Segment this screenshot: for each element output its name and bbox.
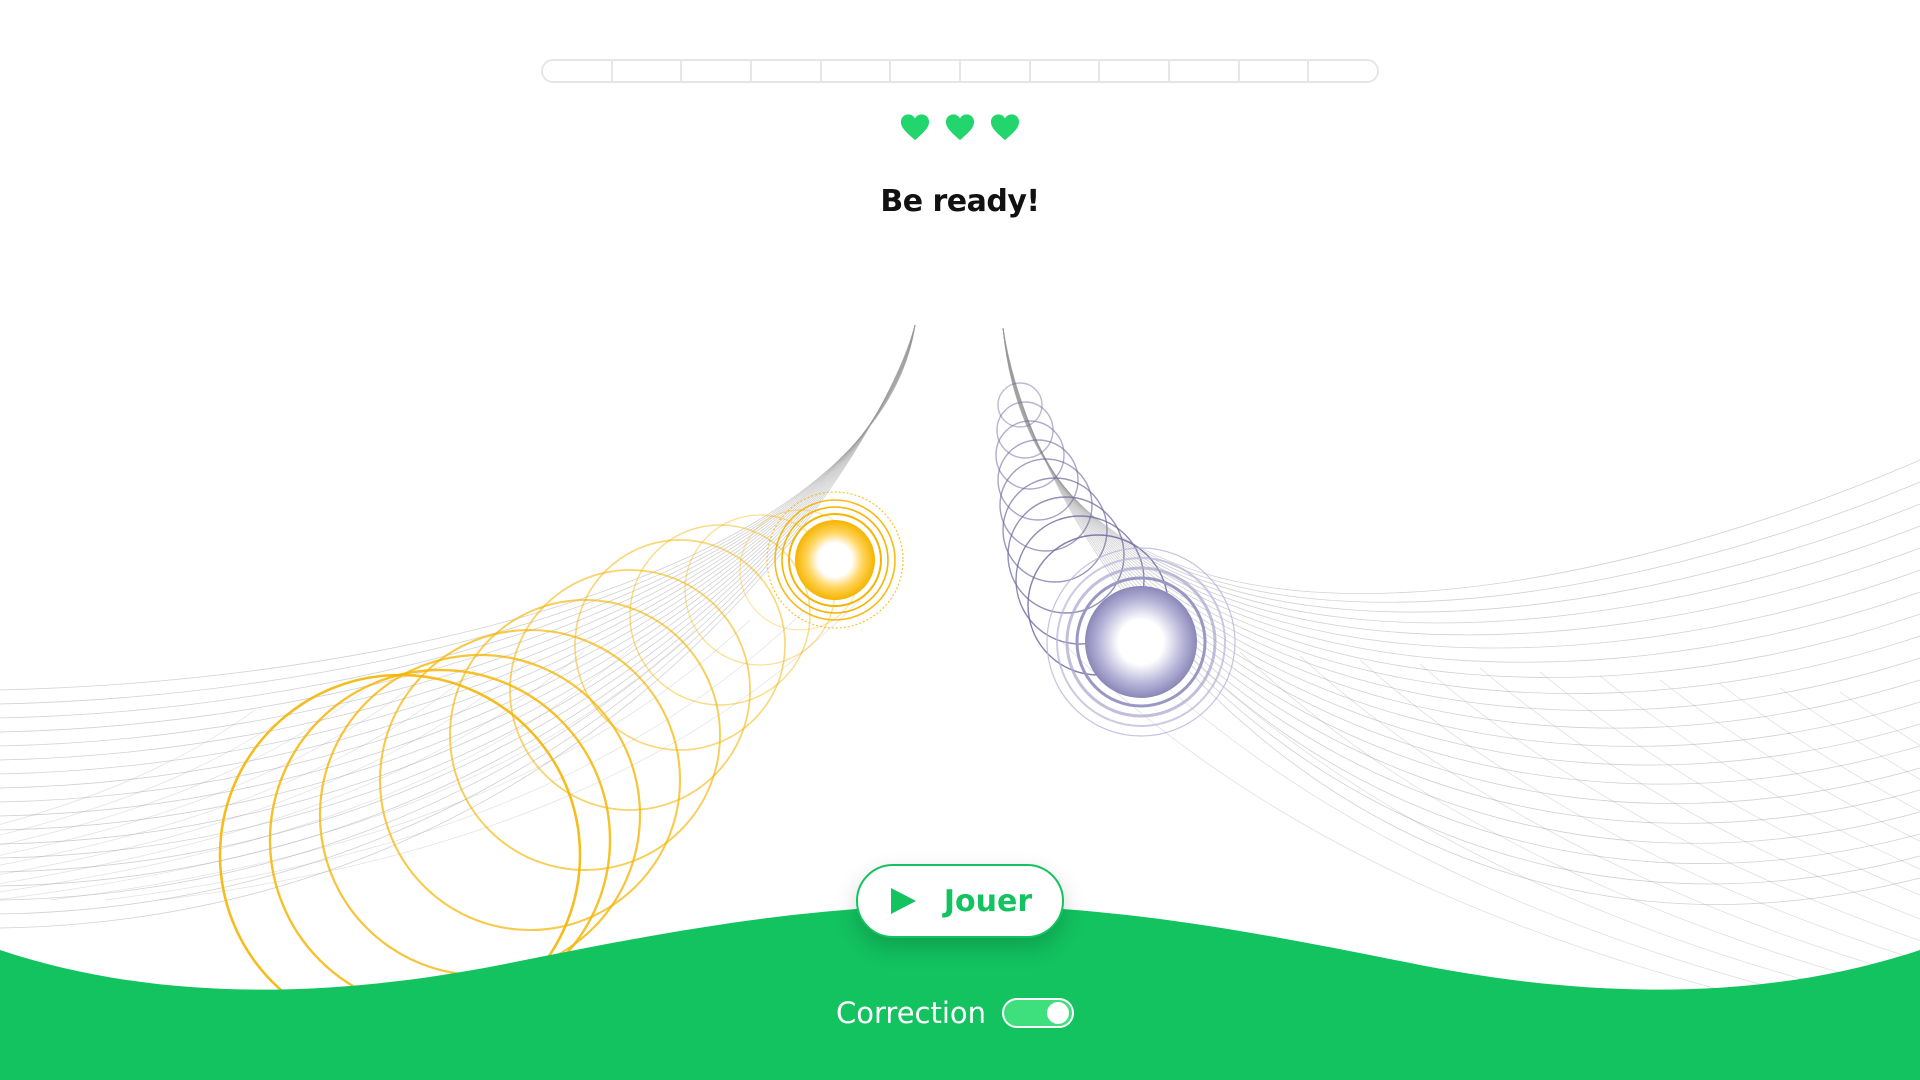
progress-segment xyxy=(1031,61,1101,81)
progress-segment xyxy=(961,61,1031,81)
correction-setting: Correction xyxy=(836,990,1096,1036)
progress-segment xyxy=(822,61,892,81)
progress-segment xyxy=(1100,61,1171,81)
heart-icon xyxy=(945,114,975,141)
play-button-label: Jouer xyxy=(943,883,1033,919)
status-message: Be ready! xyxy=(880,184,1040,219)
progress-segment xyxy=(1240,61,1310,81)
toggle-knob xyxy=(1047,1002,1070,1024)
heart-icon xyxy=(990,114,1020,141)
progress-segment xyxy=(891,61,962,81)
progress-segment xyxy=(543,61,613,81)
game-stage: Be ready! Jouer Correction xyxy=(0,0,1920,1080)
correction-toggle[interactable] xyxy=(1002,998,1075,1028)
progress-segment xyxy=(752,61,822,81)
progress-segment xyxy=(1170,61,1240,81)
heart-icon xyxy=(900,114,930,141)
progress-segment xyxy=(682,61,753,81)
play-button[interactable]: Jouer xyxy=(856,864,1064,938)
correction-label: Correction xyxy=(836,996,987,1030)
lives-display xyxy=(900,110,1020,144)
progress-segment xyxy=(1309,61,1377,81)
progress-segment xyxy=(613,61,683,81)
progress-bar xyxy=(541,59,1379,83)
play-icon xyxy=(890,888,916,914)
